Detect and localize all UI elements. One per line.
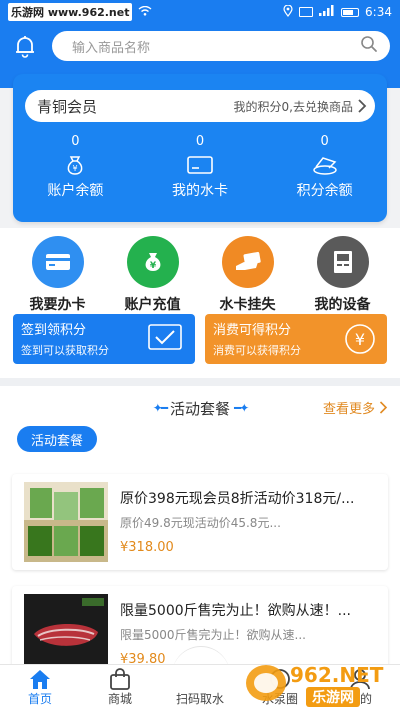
search-placeholder: 输入商品名称	[72, 40, 151, 56]
chevron-right-icon	[358, 99, 367, 113]
nav-shop[interactable]: 商城	[80, 665, 160, 711]
search-icon[interactable]	[360, 35, 378, 57]
search-input[interactable]: 输入商品名称	[52, 31, 390, 61]
stat-label: 我的水卡	[171, 183, 228, 199]
product-desc: 原价49.8元现活动价45.8元...	[120, 516, 281, 530]
product-card[interactable]: 原价398元现会员8折活动价318元/... 原价49.8元现活动价45.8元.…	[12, 474, 388, 570]
member-points-row[interactable]: 青铜会员 我的积分0,去兑换商品	[25, 90, 375, 122]
device-icon	[316, 236, 369, 288]
report-loss-button[interactable]: 水卡挂失	[203, 236, 293, 314]
watermark-text: 乐游网 www.962.net	[8, 3, 133, 21]
quick-label: 账户充值	[124, 297, 181, 313]
nav-scan[interactable]: 扫码取水	[160, 665, 240, 711]
brand-watermark: 962.NET 乐游网	[244, 661, 394, 707]
watermark-caption: 乐游网	[306, 687, 360, 707]
nav-label: 扫码取水	[175, 692, 224, 706]
nav-label: 商城	[107, 692, 132, 706]
product-title: 限量5000斤售完为止！欲购从速！...	[120, 603, 351, 619]
product-image	[24, 482, 108, 562]
svg-text:¥: ¥	[149, 261, 156, 271]
decor-dots-icon: ✦━	[152, 401, 168, 415]
card-icon	[31, 236, 84, 288]
consume-points-promo[interactable]: 消费可得积分 消费可以获得积分 ¥	[205, 314, 387, 364]
decor-dots-icon: ━✦	[234, 401, 249, 415]
quick-label: 我要办卡	[29, 297, 86, 313]
stat-value: 0	[320, 134, 329, 149]
coins-icon	[311, 152, 339, 178]
stat-value: 0	[195, 134, 205, 149]
card-icon	[186, 152, 214, 178]
bell-icon[interactable]	[10, 31, 40, 61]
location-icon	[283, 3, 293, 20]
apply-card-button[interactable]: 我要办卡	[13, 236, 103, 314]
product-image	[24, 594, 108, 674]
stat-label: 积分余额	[296, 183, 353, 199]
product-desc: 限量5000斤售完为止！欲购从速...	[120, 628, 306, 642]
money-bag-icon: ¥	[126, 236, 179, 288]
chevron-right-icon	[379, 401, 388, 414]
quick-label: 我的设备	[314, 297, 371, 313]
promo-row: 签到领积分 签到可以获取积分 消费可得积分 消费可以获得积分 ¥	[13, 314, 387, 364]
svg-text:¥: ¥	[73, 164, 78, 173]
member-card: 青铜会员 我的积分0,去兑换商品 0 ¥ 账户余额 0 我的水卡 0 积分余额	[13, 74, 387, 222]
view-more-label: 查看更多	[322, 402, 375, 417]
member-stats: 0 ¥ 账户余额 0 我的水卡 0 积分余额	[13, 134, 387, 200]
nav-home[interactable]: 首页	[0, 665, 80, 711]
view-more-link[interactable]: 查看更多	[323, 398, 388, 417]
battery-icon	[341, 7, 360, 17]
stat-points-balance[interactable]: 0 积分余额	[270, 134, 380, 200]
wifi-icon	[138, 5, 152, 19]
quick-label: 水卡挂失	[219, 297, 276, 313]
svg-text:¥: ¥	[355, 330, 365, 349]
section-divider	[0, 378, 400, 386]
recharge-button[interactable]: ¥ 账户充值	[108, 236, 198, 314]
product-price: ¥318.00	[120, 540, 174, 555]
clock-time: 6:34	[365, 5, 392, 19]
stat-label: 账户余额	[47, 183, 104, 199]
yen-icon: ¥	[343, 322, 377, 360]
status-bar: 乐游网 www.962.net 6:34	[0, 0, 400, 24]
money-bag-icon: ¥	[63, 152, 87, 178]
quick-actions: 我要办卡 ¥ 账户充值 水卡挂失 我的设备 签到领积分 签到可以获取积分 消费可…	[0, 228, 400, 378]
member-level: 青铜会员	[37, 97, 98, 116]
hand-card-icon	[221, 236, 274, 288]
section-title: ✦━ 活动套餐 ━✦	[152, 398, 250, 419]
home-icon	[30, 670, 50, 689]
vibrate-icon	[299, 7, 314, 17]
signal-icon	[319, 5, 335, 19]
nav-label: 首页	[27, 692, 52, 706]
stat-water-card[interactable]: 0 我的水卡	[145, 134, 255, 200]
activity-tab[interactable]: 活动套餐	[17, 426, 98, 452]
checkin-icon	[147, 322, 185, 358]
stat-account-balance[interactable]: 0 ¥ 账户余额	[20, 134, 130, 200]
product-title: 原价398元现会员8折活动价318元/...	[120, 491, 355, 507]
points-link: 我的积分0,去兑换商品	[234, 98, 367, 115]
points-text: 我的积分0,去兑换商品	[233, 99, 353, 114]
checkin-promo[interactable]: 签到领积分 签到可以获取积分	[13, 314, 195, 364]
stat-value: 0	[71, 134, 80, 149]
watermark-brand: 962.NET	[290, 663, 384, 687]
app-header: 输入商品名称	[0, 24, 400, 68]
my-devices-button[interactable]: 我的设备	[298, 236, 388, 314]
shop-bag-icon	[110, 668, 130, 690]
activity-title: 活动套餐	[169, 399, 230, 418]
